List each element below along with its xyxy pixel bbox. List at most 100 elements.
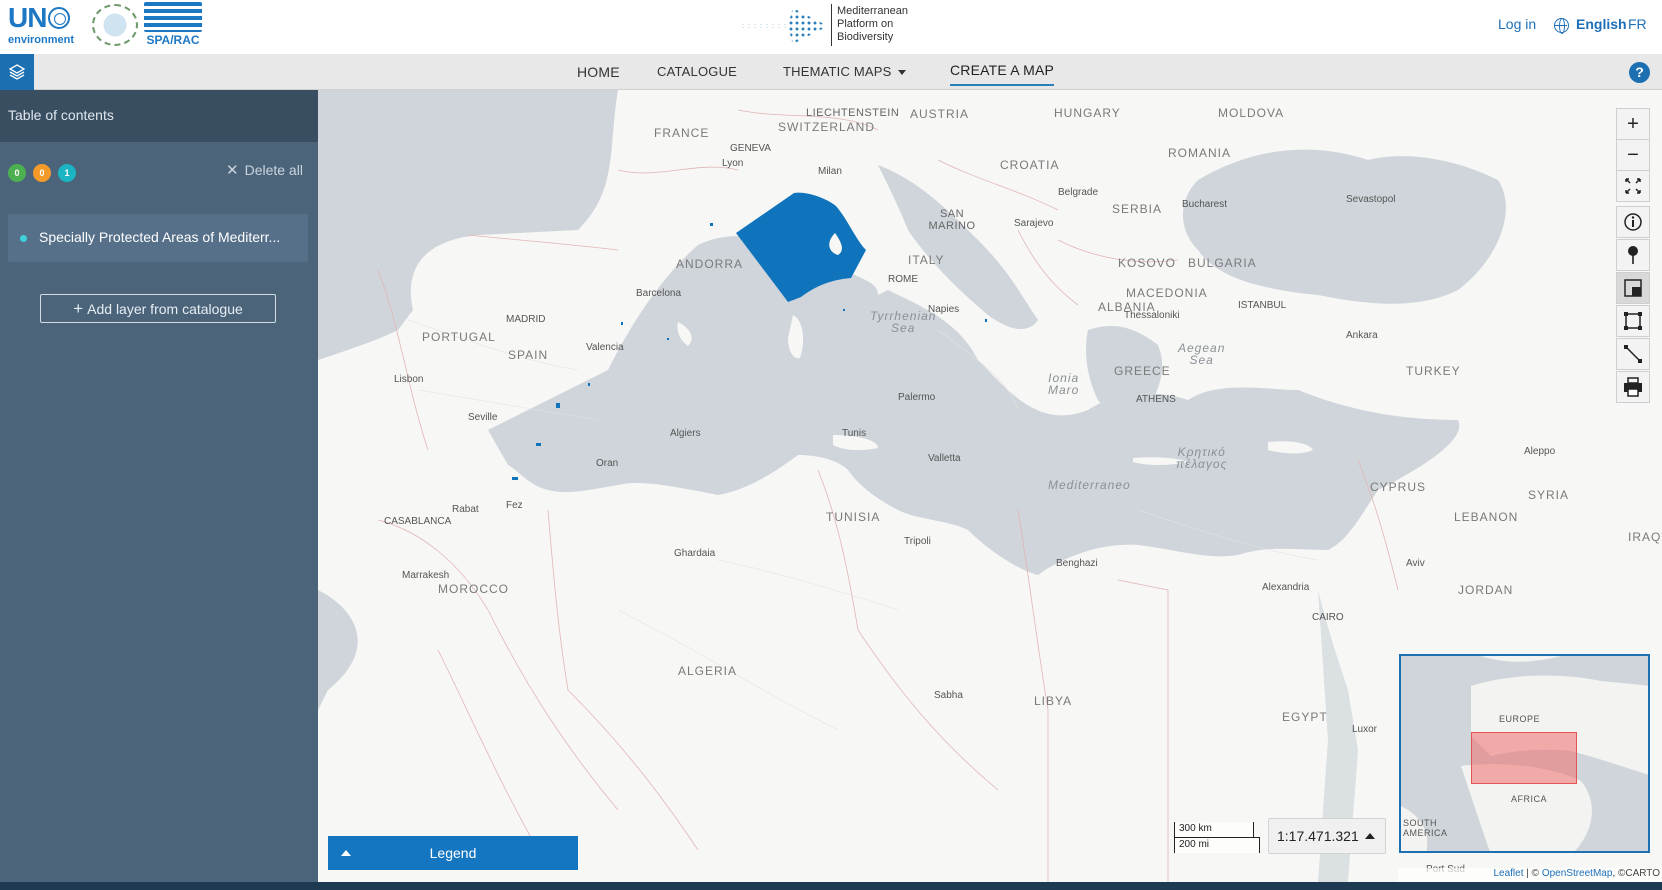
map-label: GENEVA xyxy=(730,143,771,154)
map-label: Algiers xyxy=(670,428,701,439)
map-label: Marrakesh xyxy=(402,570,450,581)
count-badge-orange[interactable]: 0 xyxy=(33,164,51,182)
map-canvas[interactable]: FRANCE SWITZERLAND LIECHTENSTEIN AUSTRIA… xyxy=(318,90,1662,882)
info-icon xyxy=(1624,213,1642,231)
map-label: Luxor xyxy=(1352,724,1378,735)
un-logo-subtitle: environment xyxy=(8,34,75,46)
layer-status-dot xyxy=(20,235,27,242)
map-label: Lyon xyxy=(722,158,744,169)
map-label: Tripoli xyxy=(904,536,931,547)
count-badge-green[interactable]: 0 xyxy=(8,164,26,182)
layer-swipe-icon xyxy=(1624,279,1642,297)
language-french[interactable]: FR xyxy=(1628,16,1647,32)
toc-title: Table of contents xyxy=(8,107,114,123)
map-label: CASABLANCA xyxy=(384,516,452,527)
nav-create-a-map[interactable]: CREATE A MAP xyxy=(950,62,1055,86)
map-label: GREECE xyxy=(1114,364,1171,378)
minimap-label: SOUTH AMERICA xyxy=(1403,818,1448,838)
layer-name: Specially Protected Areas of Mediterr... xyxy=(39,229,281,245)
nav-catalogue[interactable]: CATALOGUE xyxy=(657,64,737,79)
fullscreen-button[interactable] xyxy=(1616,170,1650,202)
spa-rac-logo[interactable]: SPA/RAC xyxy=(144,2,202,47)
map-label: Aegean Sea xyxy=(1178,341,1226,367)
map-label: ITALY xyxy=(908,253,945,267)
layer-swipe-button[interactable] xyxy=(1616,272,1650,304)
table-of-contents-panel: Table of contents 0 0 1 ✕ Delete all Spec… xyxy=(0,90,318,882)
distance-measure-button[interactable] xyxy=(1616,338,1650,370)
globe-icon xyxy=(1554,18,1569,34)
map-label: SWITZERLAND xyxy=(778,120,876,134)
un-emblem-icon xyxy=(48,7,71,29)
map-label: EGYPT xyxy=(1282,710,1328,724)
marker-button[interactable] xyxy=(1616,239,1650,271)
zoom-in-button[interactable]: + xyxy=(1616,108,1650,140)
footer-bar xyxy=(0,882,1662,890)
map-label: Seville xyxy=(468,412,498,423)
area-measure-button[interactable] xyxy=(1616,305,1650,337)
delete-all-button[interactable]: ✕ Delete all xyxy=(226,161,303,179)
scale-ratio: 1:17.471.321 xyxy=(1277,828,1359,844)
map-label: Sabha xyxy=(934,690,963,701)
language-english[interactable]: English xyxy=(1576,16,1627,32)
area-measure-icon xyxy=(1624,312,1642,330)
map-label: ATHENS xyxy=(1136,394,1176,405)
openstreetmap-link[interactable]: OpenStreetMap xyxy=(1542,868,1613,879)
delete-all-label: Delete all xyxy=(244,162,303,178)
scale-bar: 300 km 200 mi xyxy=(1174,822,1260,853)
main-navigation: HOME CATALOGUE THEMATIC MAPS CREATE A MA… xyxy=(0,54,1662,90)
zoom-out-button[interactable]: − xyxy=(1616,139,1650,171)
nav-thematic-maps-label: THEMATIC MAPS xyxy=(783,64,892,79)
count-badge-teal[interactable]: 1 xyxy=(58,164,76,182)
leaflet-link[interactable]: Leaflet xyxy=(1493,868,1523,879)
un-logo-text: UN xyxy=(8,2,47,33)
map-label: LIECHTENSTEIN xyxy=(806,107,900,119)
map-label: Aviv xyxy=(1406,558,1425,569)
map-label: Ankara xyxy=(1346,330,1378,341)
add-layer-label: Add layer from catalogue xyxy=(87,301,243,317)
map-label: MADRID xyxy=(506,314,546,325)
login-link[interactable]: Log in xyxy=(1498,16,1536,32)
toggle-layers-button[interactable] xyxy=(0,54,34,90)
map-label: Bucharest xyxy=(1182,199,1228,210)
map-label: FRANCE xyxy=(654,126,710,140)
minimap-viewport[interactable] xyxy=(1471,732,1577,784)
plus-icon: + xyxy=(1627,113,1639,135)
map-label: Benghazi xyxy=(1056,558,1098,569)
map-label: CAIRO xyxy=(1312,612,1344,623)
map-label: BULGARIA xyxy=(1188,256,1257,270)
map-emblem-logo[interactable] xyxy=(92,4,138,46)
map-label: AUSTRIA xyxy=(910,107,970,121)
map-label: KOSOVO xyxy=(1118,256,1177,270)
layer-list-item[interactable]: Specially Protected Areas of Mediterr... xyxy=(8,214,308,262)
minus-icon: − xyxy=(1627,144,1639,166)
map-label: IRAQ xyxy=(1628,530,1662,544)
map-label: MOLDOVA xyxy=(1218,106,1285,120)
platform-logo[interactable]: Mediterranean Platform on Biodiversity xyxy=(740,4,920,46)
map-label: Milan xyxy=(818,166,842,177)
map-label: MOROCCO xyxy=(438,582,509,596)
scale-selector[interactable]: 1:17.471.321 xyxy=(1268,818,1386,854)
map-label: Oran xyxy=(596,458,619,469)
add-layer-button[interactable]: + Add layer from catalogue xyxy=(40,294,276,323)
nav-home[interactable]: HOME xyxy=(577,64,620,80)
legend-toggle-button[interactable]: Legend xyxy=(328,836,578,870)
chevron-up-icon xyxy=(341,850,351,856)
map-label: Fez xyxy=(506,500,523,511)
help-button[interactable]: ? xyxy=(1629,62,1650,83)
overview-minimap[interactable]: EUROPE AFRICA SOUTH AMERICA xyxy=(1399,654,1650,853)
info-button[interactable] xyxy=(1616,206,1650,238)
print-button[interactable] xyxy=(1616,371,1650,403)
map-label: Palermo xyxy=(898,392,936,403)
map-label: ROME xyxy=(888,274,918,285)
map-label: SAN MARINO xyxy=(928,208,976,232)
spa-rac-waves-icon xyxy=(144,2,202,32)
map-label: TURKEY xyxy=(1406,364,1461,378)
platform-logo-divider xyxy=(831,4,832,46)
nav-thematic-maps[interactable]: THEMATIC MAPS xyxy=(783,64,906,79)
un-environment-logo[interactable]: UN environment xyxy=(8,4,84,48)
map-label: TUNISIA xyxy=(826,510,881,524)
chevron-down-icon xyxy=(897,70,906,76)
site-header: UN environment SPA/RAC Mediterranean Pla… xyxy=(0,0,1662,54)
map-label: MACEDONIA xyxy=(1126,286,1208,300)
map-label: Ghardaia xyxy=(674,548,716,559)
